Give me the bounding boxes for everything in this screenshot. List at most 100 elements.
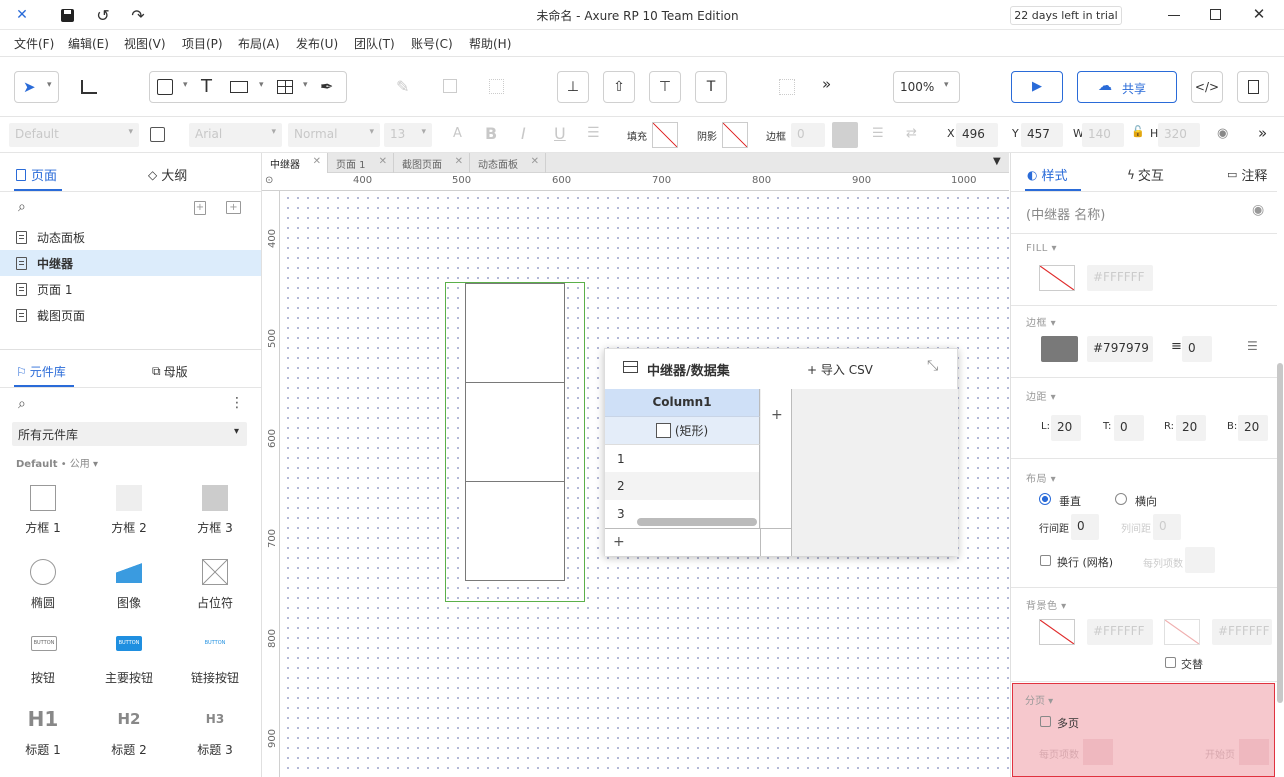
widget-image[interactable]: 图像 xyxy=(89,558,169,618)
fill-section-label[interactable]: FILL ▾ xyxy=(1026,243,1057,254)
col-gap-field[interactable]: 0 xyxy=(1153,514,1181,540)
table-row[interactable]: 2 xyxy=(605,472,760,500)
tabs-dropdown-icon[interactable]: ▼ xyxy=(993,156,1001,167)
page-item-page-1[interactable]: 页面 1 xyxy=(0,276,261,302)
font-weight-select[interactable]: Normal ▾ xyxy=(288,123,380,147)
style-manager-icon[interactable] xyxy=(150,127,165,142)
padding-bottom-field[interactable]: 20 xyxy=(1238,415,1268,441)
list-icon[interactable]: ☰ xyxy=(587,125,600,141)
alternate-checkbox[interactable] xyxy=(1165,657,1176,668)
visibility-icon[interactable]: ◉ xyxy=(1217,126,1228,141)
menu-edit[interactable]: 编辑(E) xyxy=(68,35,109,52)
group-icon[interactable] xyxy=(779,79,795,95)
widget-link-button[interactable]: BUTTON 链接按钮 xyxy=(175,635,255,695)
widget-heading-2[interactable]: H2 标题 2 xyxy=(89,707,169,767)
menu-publish[interactable]: 发布(U) xyxy=(296,35,338,52)
page-item-dynamic-panel[interactable]: 动态面板 xyxy=(0,224,261,250)
page-item-repeater[interactable]: 中继器 xyxy=(0,250,261,276)
page-item-screenshot[interactable]: 截图页面 xyxy=(0,302,261,328)
select-tool-group[interactable]: ➤ ▾ xyxy=(14,71,59,103)
library-tab[interactable]: ⚐ 元件库 xyxy=(16,363,66,380)
align-left-button[interactable]: ⊥ xyxy=(557,71,589,103)
transform-icon[interactable] xyxy=(489,79,504,94)
y-field[interactable]: 457 xyxy=(1021,123,1063,147)
border-hex-field[interactable]: #797979 xyxy=(1087,336,1153,362)
layout-section-label[interactable]: 布局 ▾ xyxy=(1026,470,1056,485)
align-top-button[interactable]: ⇧ xyxy=(603,71,635,103)
visibility-icon[interactable]: ◉ xyxy=(1252,202,1264,218)
connector-tool-button[interactable] xyxy=(73,71,105,103)
bg-swatch-1[interactable] xyxy=(1039,619,1075,645)
widget-heading-3[interactable]: H3 标题 3 xyxy=(175,707,255,767)
bg-hex-field-2[interactable]: #FFFFFF xyxy=(1212,619,1272,645)
horizontal-scrollbar[interactable] xyxy=(637,518,757,526)
search-icon[interactable]: ⌕ xyxy=(18,199,26,215)
more-tools-icon[interactable]: » xyxy=(822,75,831,93)
more-format-icon[interactable]: » xyxy=(1258,124,1267,142)
underline-icon[interactable]: U xyxy=(554,124,566,143)
multi-page-checkbox[interactable] xyxy=(1040,716,1051,727)
add-row-button[interactable]: + xyxy=(613,534,625,550)
tab-page-1[interactable]: 页面 1 ✕ xyxy=(328,153,394,173)
close-button[interactable]: ✕ xyxy=(1251,5,1267,23)
collapse-icon[interactable]: ⤡ xyxy=(927,358,938,374)
distribute-button[interactable]: ⊤ xyxy=(649,71,681,103)
menu-account[interactable]: 账号(C) xyxy=(411,35,453,52)
ruler-corner-icon[interactable]: ⊙ xyxy=(265,175,273,186)
h-field[interactable]: 320 xyxy=(1158,123,1200,147)
padding-right-field[interactable]: 20 xyxy=(1176,415,1206,441)
border-color-swatch[interactable] xyxy=(832,122,858,148)
horizontal-radio[interactable] xyxy=(1115,493,1127,505)
widget-box-3[interactable]: 方框 3 xyxy=(175,483,255,543)
border-color-swatch[interactable] xyxy=(1041,336,1078,362)
more-options-icon[interactable]: ⋮ xyxy=(230,395,244,411)
bold-icon[interactable]: B xyxy=(485,124,497,143)
border-width-field[interactable]: 0 xyxy=(791,123,825,147)
fill-swatch[interactable] xyxy=(1039,265,1075,291)
lock-icon[interactable]: 🔓 xyxy=(1131,125,1145,138)
row-gap-field[interactable]: 0 xyxy=(1071,514,1099,540)
preview-button[interactable]: ▶ xyxy=(1011,71,1063,103)
column-type-cell[interactable]: (矩形) xyxy=(605,416,760,444)
bg-swatch-2[interactable] xyxy=(1164,619,1200,645)
padding-left-field[interactable]: 20 xyxy=(1051,415,1081,441)
zoom-select[interactable]: 100% ▾ xyxy=(893,71,960,103)
minimize-button[interactable] xyxy=(1168,15,1180,16)
code-button[interactable]: </> xyxy=(1191,71,1223,103)
column-header[interactable]: Column1 xyxy=(605,389,760,416)
paging-section-label[interactable]: 分页 ▾ xyxy=(1025,692,1053,707)
style-tab[interactable]: ◐ 样式 xyxy=(1027,165,1068,185)
share-button[interactable]: ☁ 共享 xyxy=(1077,71,1177,103)
tab-repeater[interactable]: 中继器 ✕ xyxy=(262,153,328,173)
widget-box-2[interactable]: 方框 2 xyxy=(89,483,169,543)
menu-layout[interactable]: 布局(A) xyxy=(238,35,280,52)
font-color-icon[interactable]: A xyxy=(453,126,462,141)
arrow-style-icon[interactable]: ⇄ xyxy=(906,126,917,141)
shape-tools-group[interactable]: ▾ T ▾ ▾ ✒ xyxy=(149,71,347,103)
trial-badge[interactable]: 22 days left in trial xyxy=(1010,6,1122,25)
wrap-checkbox[interactable] xyxy=(1040,555,1051,566)
pages-tab[interactable]: 页面 xyxy=(16,165,57,184)
widget-ellipse[interactable]: 椭圆 xyxy=(3,558,83,618)
tab-dynamic-panel[interactable]: 动态面板 ✕ xyxy=(470,153,546,173)
align-center-button[interactable]: T xyxy=(695,71,727,103)
per-row-field[interactable] xyxy=(1185,547,1215,573)
menu-team[interactable]: 团队(T) xyxy=(354,35,395,52)
document-button[interactable] xyxy=(1237,71,1269,103)
x-field[interactable]: 496 xyxy=(956,123,998,147)
repeater-selection[interactable] xyxy=(445,282,585,602)
import-csv-button[interactable]: + 导入 CSV xyxy=(807,361,873,378)
border-sides-icon[interactable]: ☰ xyxy=(1247,339,1258,353)
vertical-scrollbar[interactable] xyxy=(1277,363,1283,703)
start-page-field[interactable] xyxy=(1239,739,1269,765)
shadow-swatch[interactable] xyxy=(722,122,748,148)
library-group-header[interactable]: Default • 公用 ▾ xyxy=(16,455,98,470)
italic-icon[interactable]: I xyxy=(521,124,526,143)
close-icon[interactable]: ✕ xyxy=(455,156,463,167)
close-icon[interactable]: ✕ xyxy=(531,156,539,167)
menu-help[interactable]: 帮助(H) xyxy=(469,35,511,52)
widget-button[interactable]: BUTTON 按钮 xyxy=(3,635,83,695)
border-section-label[interactable]: 边框 ▾ xyxy=(1026,314,1056,329)
add-page-icon[interactable]: + xyxy=(194,201,206,215)
outline-tab[interactable]: ◇ 大纲 xyxy=(148,165,187,185)
